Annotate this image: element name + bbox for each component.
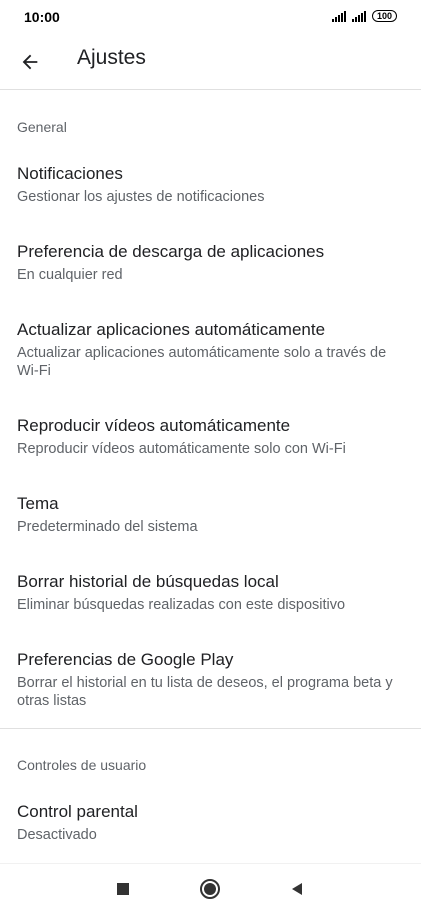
setting-title: Preferencia de descarga de aplicaciones — [17, 242, 325, 261]
setting-title: Tema — [17, 494, 59, 513]
setting-download-preference[interactable]: Preferencia de descarga de aplicaciones … — [0, 242, 421, 294]
setting-title: Reproducir vídeos automáticamente — [17, 416, 291, 435]
setting-title: Control parental — [17, 802, 138, 821]
setting-parental-control[interactable]: Control parental Desactivado — [0, 802, 421, 854]
status-icons: 100 — [331, 10, 397, 22]
section-header-user-controls: Controles de usuario — [17, 757, 147, 773]
setting-notifications[interactable]: Notificaciones Gestionar los ajustes de … — [0, 164, 421, 216]
setting-autoplay-videos[interactable]: Reproducir vídeos automáticamente Reprod… — [0, 416, 421, 468]
setting-title: Preferencias de Google Play — [17, 650, 234, 669]
setting-subtitle: Borrar el historial en tu lista de deseo… — [17, 675, 393, 709]
setting-subtitle: Actualizar aplicaciones automáticamente … — [17, 345, 387, 379]
recents-square-icon — [117, 883, 129, 895]
setting-title: Borrar historial de búsquedas local — [17, 572, 279, 591]
setting-subtitle: Desactivado — [17, 827, 97, 843]
divider — [0, 728, 421, 729]
setting-subtitle: Eliminar búsquedas realizadas con este d… — [17, 597, 346, 613]
app-bar: Ajustes — [0, 34, 421, 90]
setting-clear-search-history[interactable]: Borrar historial de búsquedas local Elim… — [0, 572, 421, 624]
system-nav-bar — [0, 864, 421, 914]
arrow-back-icon — [22, 54, 38, 70]
settings-screen: 10:00 100 Ajustes General Notificaciones… — [0, 0, 421, 914]
section-header-general: General — [17, 119, 67, 135]
battery-icon: 100 — [371, 10, 397, 22]
home-button[interactable] — [197, 876, 223, 902]
back-triangle-icon — [292, 883, 302, 895]
recents-button[interactable] — [110, 876, 136, 902]
setting-title: Actualizar aplicaciones automáticamente — [17, 320, 326, 339]
setting-subtitle: Predeterminado del sistema — [17, 519, 198, 535]
signal-icon — [351, 10, 366, 22]
setting-theme[interactable]: Tema Predeterminado del sistema — [0, 494, 421, 546]
setting-subtitle: En cualquier red — [17, 267, 123, 283]
setting-title: Notificaciones — [17, 164, 123, 183]
divider — [0, 89, 421, 90]
page-title: Ajustes — [77, 46, 146, 69]
nav-back-button[interactable] — [284, 876, 310, 902]
status-bar: 10:00 100 — [0, 0, 421, 34]
setting-google-play-preferences[interactable]: Preferencias de Google Play Borrar el hi… — [0, 650, 421, 720]
setting-auto-update-apps[interactable]: Actualizar aplicaciones automáticamente … — [0, 320, 421, 390]
setting-subtitle: Gestionar los ajustes de notificaciones — [17, 189, 265, 205]
status-time: 10:00 — [24, 9, 60, 25]
back-button[interactable] — [12, 44, 48, 80]
home-circle-icon — [200, 879, 220, 899]
setting-subtitle: Reproducir vídeos automáticamente solo c… — [17, 441, 346, 457]
signal-icon — [331, 10, 346, 22]
